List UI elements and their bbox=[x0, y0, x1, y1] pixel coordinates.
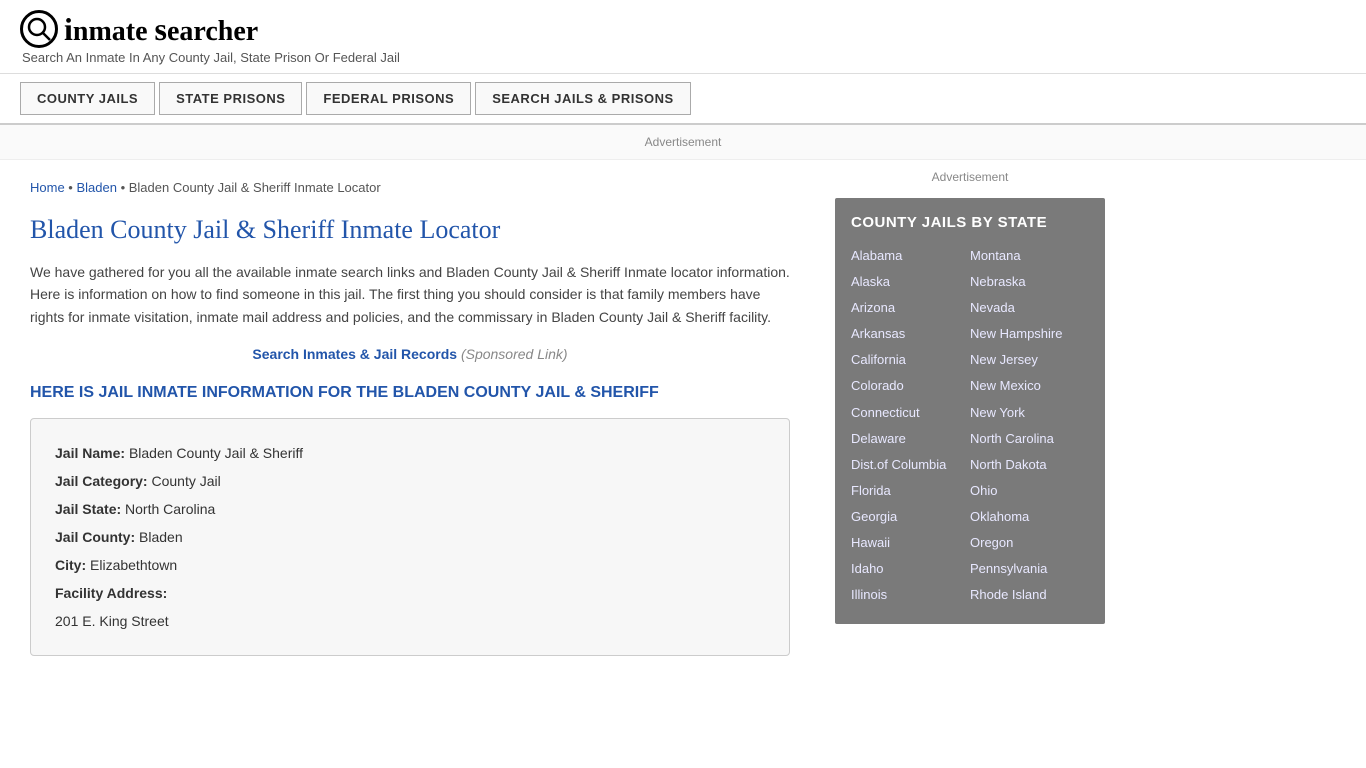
breadcrumb-current: Bladen County Jail & Sheriff Inmate Loca… bbox=[129, 180, 381, 195]
state-link[interactable]: Arizona bbox=[851, 295, 970, 321]
page-title: Bladen County Jail & Sheriff Inmate Loca… bbox=[30, 215, 790, 245]
nav-item-search[interactable]: SEARCH JAILS & PRISONS bbox=[475, 82, 690, 115]
nav-bar: COUNTY JAILS STATE PRISONS FEDERAL PRISO… bbox=[0, 74, 1366, 125]
nav-link-county-jails[interactable]: COUNTY JAILS bbox=[20, 82, 155, 115]
state-link[interactable]: Alaska bbox=[851, 269, 970, 295]
state-link[interactable]: Hawaii bbox=[851, 530, 970, 556]
logo-area: inmate searcher bbox=[20, 10, 1346, 48]
state-link[interactable]: Connecticut bbox=[851, 400, 970, 426]
state-link[interactable]: Illinois bbox=[851, 582, 970, 608]
info-label-state: Jail State: bbox=[55, 501, 121, 517]
info-row-category: Jail Category: County Jail bbox=[55, 467, 765, 495]
breadcrumb: Home • Bladen • Bladen County Jail & She… bbox=[30, 180, 790, 195]
main-layout: Home • Bladen • Bladen County Jail & She… bbox=[0, 160, 1366, 676]
state-link[interactable]: Colorado bbox=[851, 373, 970, 399]
state-link[interactable]: Oklahoma bbox=[970, 504, 1089, 530]
breadcrumb-parent[interactable]: Bladen bbox=[76, 180, 116, 195]
state-link[interactable]: Pennsylvania bbox=[970, 556, 1089, 582]
tagline: Search An Inmate In Any County Jail, Sta… bbox=[22, 50, 1346, 65]
info-label-county: Jail County: bbox=[55, 529, 135, 545]
state-link[interactable]: Nebraska bbox=[970, 269, 1089, 295]
logo-icon bbox=[20, 10, 58, 48]
state-link[interactable]: California bbox=[851, 347, 970, 373]
ad-banner: Advertisement bbox=[0, 125, 1366, 160]
state-link[interactable]: Ohio bbox=[970, 478, 1089, 504]
state-link[interactable]: Oregon bbox=[970, 530, 1089, 556]
nav-list: COUNTY JAILS STATE PRISONS FEDERAL PRISO… bbox=[20, 82, 1346, 115]
nav-item-federal-prisons[interactable]: FEDERAL PRISONS bbox=[306, 82, 471, 115]
info-section-title: HERE IS JAIL INMATE INFORMATION FOR THE … bbox=[30, 384, 790, 402]
info-value-jail-name: Bladen County Jail & Sheriff bbox=[129, 445, 303, 461]
info-row-city: City: Elizabethtown bbox=[55, 551, 765, 579]
logo-text: inmate searcher bbox=[64, 11, 258, 48]
info-row-state: Jail State: North Carolina bbox=[55, 495, 765, 523]
state-link[interactable]: Idaho bbox=[851, 556, 970, 582]
state-link[interactable]: New York bbox=[970, 400, 1089, 426]
state-link[interactable]: North Carolina bbox=[970, 426, 1089, 452]
nav-link-state-prisons[interactable]: STATE PRISONS bbox=[159, 82, 302, 115]
sponsored-link-area: Search Inmates & Jail Records (Sponsored… bbox=[30, 346, 790, 362]
breadcrumb-home[interactable]: Home bbox=[30, 180, 65, 195]
sidebar-ad: Advertisement bbox=[835, 170, 1105, 184]
state-link[interactable]: Montana bbox=[970, 243, 1089, 269]
info-label-category: Jail Category: bbox=[55, 473, 148, 489]
info-label-address: Facility Address: bbox=[55, 585, 167, 601]
info-label-city: City: bbox=[55, 557, 86, 573]
info-row-address-value: 201 E. King Street bbox=[55, 607, 765, 635]
sponsored-link[interactable]: Search Inmates & Jail Records bbox=[252, 346, 457, 362]
header: inmate searcher Search An Inmate In Any … bbox=[0, 0, 1366, 74]
nav-link-search[interactable]: SEARCH JAILS & PRISONS bbox=[475, 82, 690, 115]
info-value-county: Bladen bbox=[139, 529, 183, 545]
info-row-address-label: Facility Address: bbox=[55, 579, 765, 607]
state-box-title: COUNTY JAILS BY STATE bbox=[851, 214, 1089, 231]
state-link[interactable]: Arkansas bbox=[851, 321, 970, 347]
nav-item-state-prisons[interactable]: STATE PRISONS bbox=[159, 82, 302, 115]
state-box: COUNTY JAILS BY STATE AlabamaAlaskaArizo… bbox=[835, 198, 1105, 624]
info-card: Jail Name: Bladen County Jail & Sheriff … bbox=[30, 418, 790, 656]
state-columns: AlabamaAlaskaArizonaArkansasCaliforniaCo… bbox=[851, 243, 1089, 608]
content-area: Home • Bladen • Bladen County Jail & She… bbox=[0, 160, 820, 676]
info-value-state: North Carolina bbox=[125, 501, 215, 517]
state-link[interactable]: New Mexico bbox=[970, 373, 1089, 399]
description: We have gathered for you all the availab… bbox=[30, 261, 790, 328]
state-link[interactable]: New Jersey bbox=[970, 347, 1089, 373]
state-link[interactable]: Delaware bbox=[851, 426, 970, 452]
info-value-address: 201 E. King Street bbox=[55, 613, 169, 629]
info-value-category: County Jail bbox=[151, 473, 220, 489]
state-link[interactable]: Nevada bbox=[970, 295, 1089, 321]
info-row-county: Jail County: Bladen bbox=[55, 523, 765, 551]
sponsored-tag: (Sponsored Link) bbox=[461, 346, 568, 362]
state-col-left: AlabamaAlaskaArizonaArkansasCaliforniaCo… bbox=[851, 243, 970, 608]
info-row-jail-name: Jail Name: Bladen County Jail & Sheriff bbox=[55, 439, 765, 467]
nav-item-county-jails[interactable]: COUNTY JAILS bbox=[20, 82, 155, 115]
sidebar: Advertisement COUNTY JAILS BY STATE Alab… bbox=[820, 160, 1120, 676]
info-label-jail-name: Jail Name: bbox=[55, 445, 125, 461]
state-link[interactable]: Rhode Island bbox=[970, 582, 1089, 608]
nav-link-federal-prisons[interactable]: FEDERAL PRISONS bbox=[306, 82, 471, 115]
state-link[interactable]: New Hampshire bbox=[970, 321, 1089, 347]
state-link[interactable]: Dist.of Columbia bbox=[851, 452, 970, 478]
state-col-right: MontanaNebraskaNevadaNew HampshireNew Je… bbox=[970, 243, 1089, 608]
info-value-city: Elizabethtown bbox=[90, 557, 177, 573]
state-link[interactable]: Georgia bbox=[851, 504, 970, 530]
state-link[interactable]: Alabama bbox=[851, 243, 970, 269]
state-link[interactable]: Florida bbox=[851, 478, 970, 504]
state-link[interactable]: North Dakota bbox=[970, 452, 1089, 478]
